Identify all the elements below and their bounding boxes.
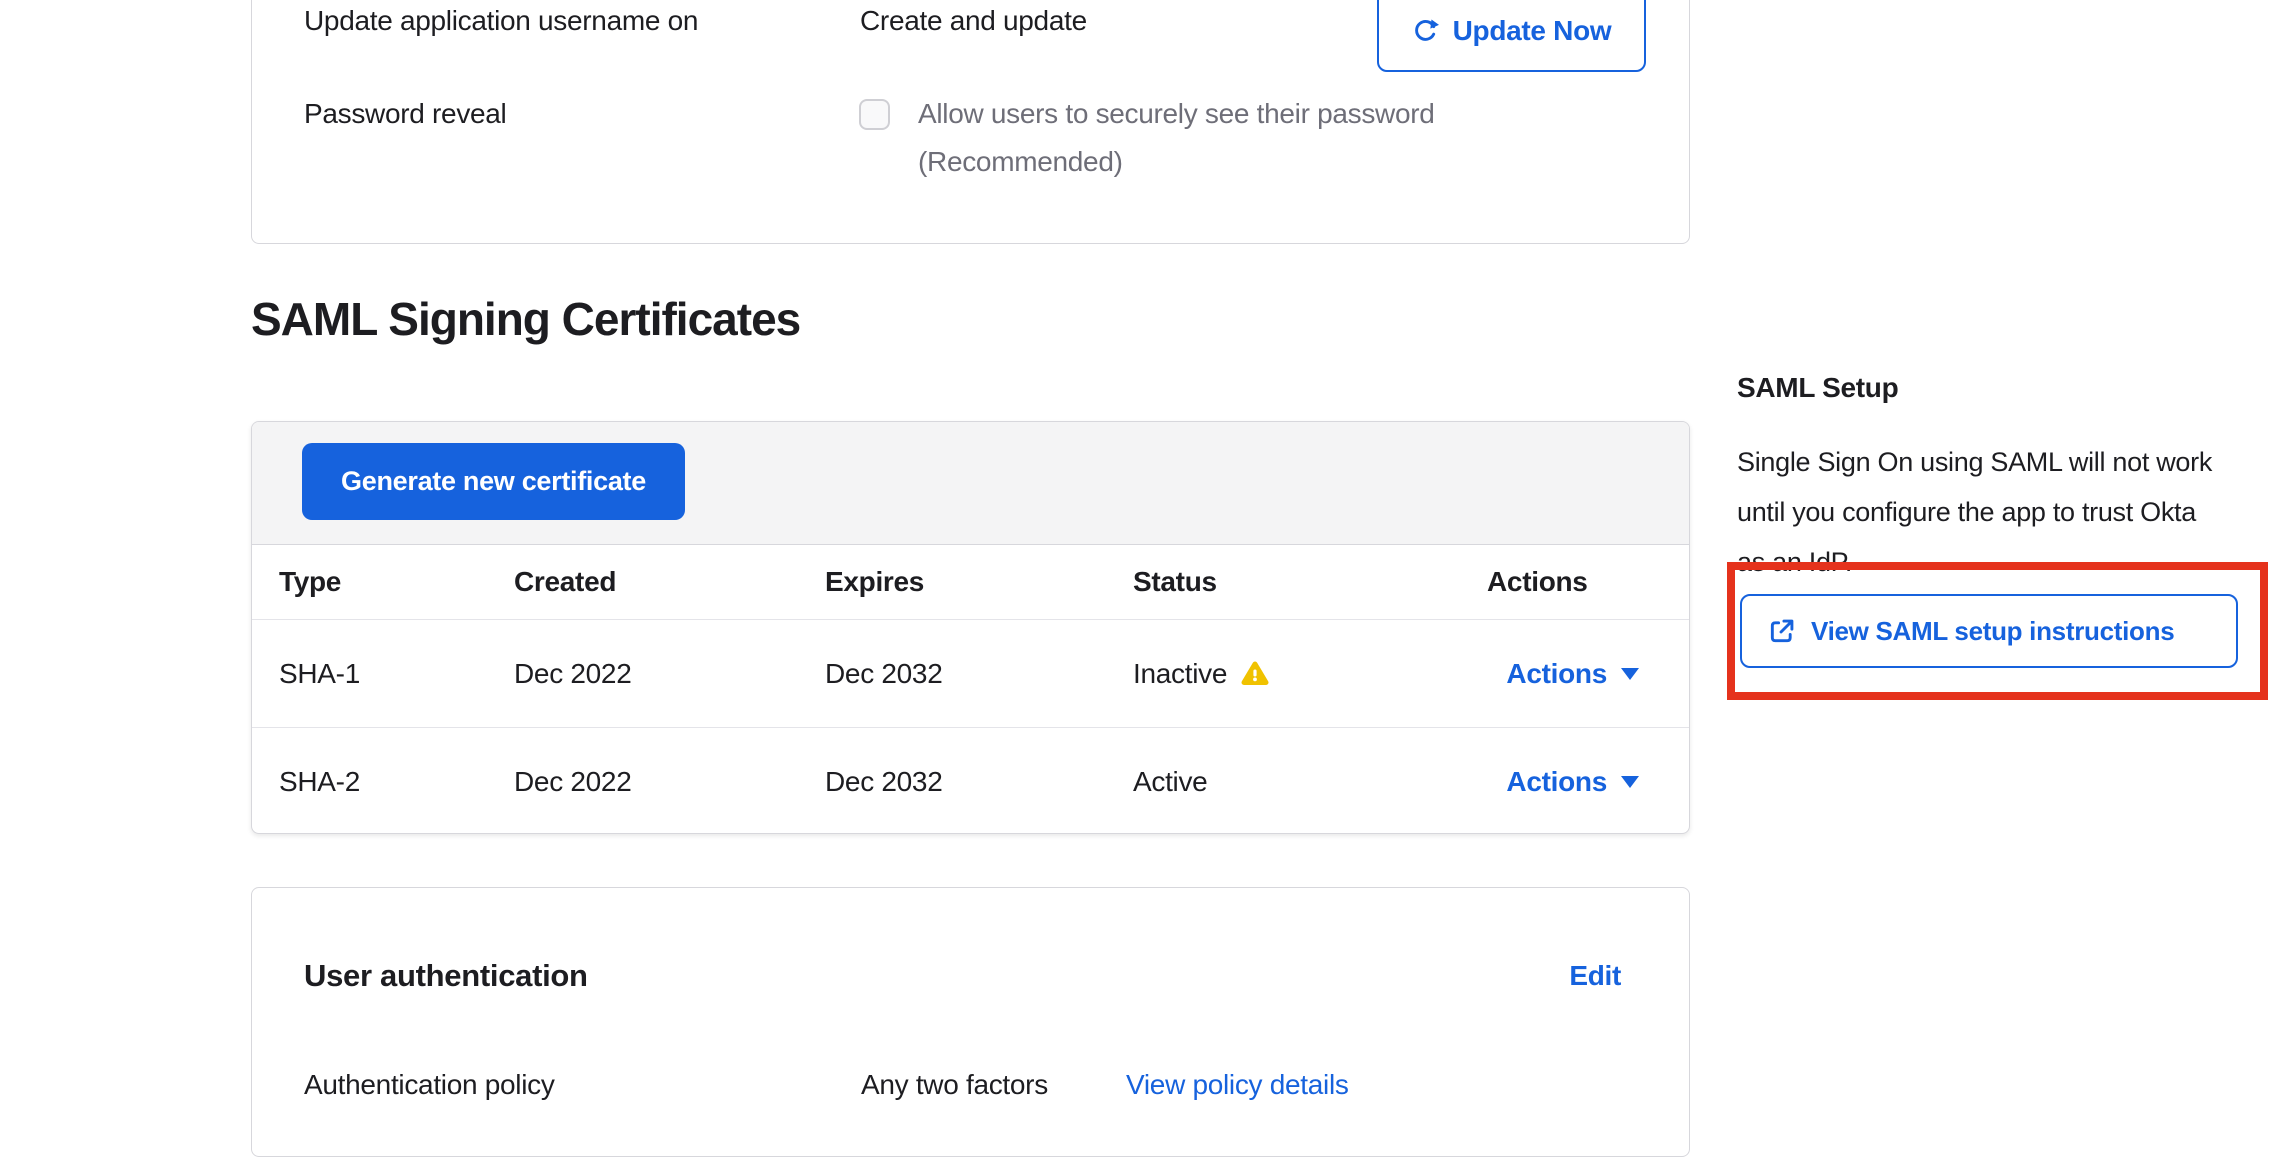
certificates-toolbar: Generate new certificate [252,422,1689,545]
edit-link[interactable]: Edit [1569,960,1621,992]
cert-created: Dec 2022 [514,658,631,690]
cert-status: Inactive [1133,658,1269,690]
cert-expires: Dec 2032 [825,658,942,690]
table-header-row: Type Created Expires Status Actions [252,545,1689,620]
saml-certificates-panel: Generate new certificate Type Created Ex… [251,421,1690,834]
password-reveal-recommended-note: (Recommended) [918,144,1123,180]
saml-setup-title: SAML Setup [1737,370,1898,406]
user-authentication-panel: User authentication Edit Authentication … [251,887,1690,1157]
actions-label: Actions [1506,658,1607,690]
actions-dropdown[interactable]: Actions [1506,766,1639,798]
actions-label: Actions [1506,766,1607,798]
view-saml-setup-instructions-button[interactable]: View SAML setup instructions [1740,594,2238,668]
cert-created: Dec 2022 [514,766,631,798]
column-header-expires: Expires [825,566,924,598]
user-authentication-title: User authentication [304,956,588,996]
column-header-type: Type [279,566,341,598]
refresh-icon [1412,17,1439,44]
view-policy-details-link[interactable]: View policy details [1126,1067,1349,1103]
cert-type: SHA-1 [279,658,360,690]
page-title: SAML Signing Certificates [251,292,800,346]
column-header-status: Status [1133,566,1217,598]
caret-down-icon [1621,668,1639,680]
caret-down-icon [1621,776,1639,788]
cert-status: Active [1133,766,1207,798]
password-reveal-checkbox-label: Allow users to securely see their passwo… [918,96,1435,132]
status-text: Active [1133,766,1207,798]
external-link-icon [1768,618,1795,645]
authentication-policy-label: Authentication policy [304,1067,555,1103]
update-now-label: Update Now [1453,15,1612,47]
table-row-sha2: SHA-2 Dec 2022 Dec 2032 Active Actions [252,728,1689,834]
column-header-actions: Actions [1487,566,1588,598]
password-reveal-checkbox[interactable] [859,99,890,130]
column-header-created: Created [514,566,616,598]
generate-new-certificate-button[interactable]: Generate new certificate [302,443,685,520]
authentication-policy-value: Any two factors [861,1067,1048,1103]
cert-type: SHA-2 [279,766,360,798]
warning-icon [1241,660,1269,687]
sign-on-settings-panel: Update application username on Create an… [251,0,1690,244]
update-username-label: Update application username on [304,3,698,39]
update-now-button[interactable]: Update Now [1377,0,1646,72]
actions-dropdown[interactable]: Actions [1506,658,1639,690]
view-saml-setup-label: View SAML setup instructions [1811,616,2174,647]
password-reveal-label: Password reveal [304,96,506,132]
cert-expires: Dec 2032 [825,766,942,798]
status-text: Inactive [1133,658,1227,690]
update-username-value: Create and update [860,3,1087,39]
table-row-sha1: SHA-1 Dec 2022 Dec 2032 Inactive Actions [252,620,1689,728]
